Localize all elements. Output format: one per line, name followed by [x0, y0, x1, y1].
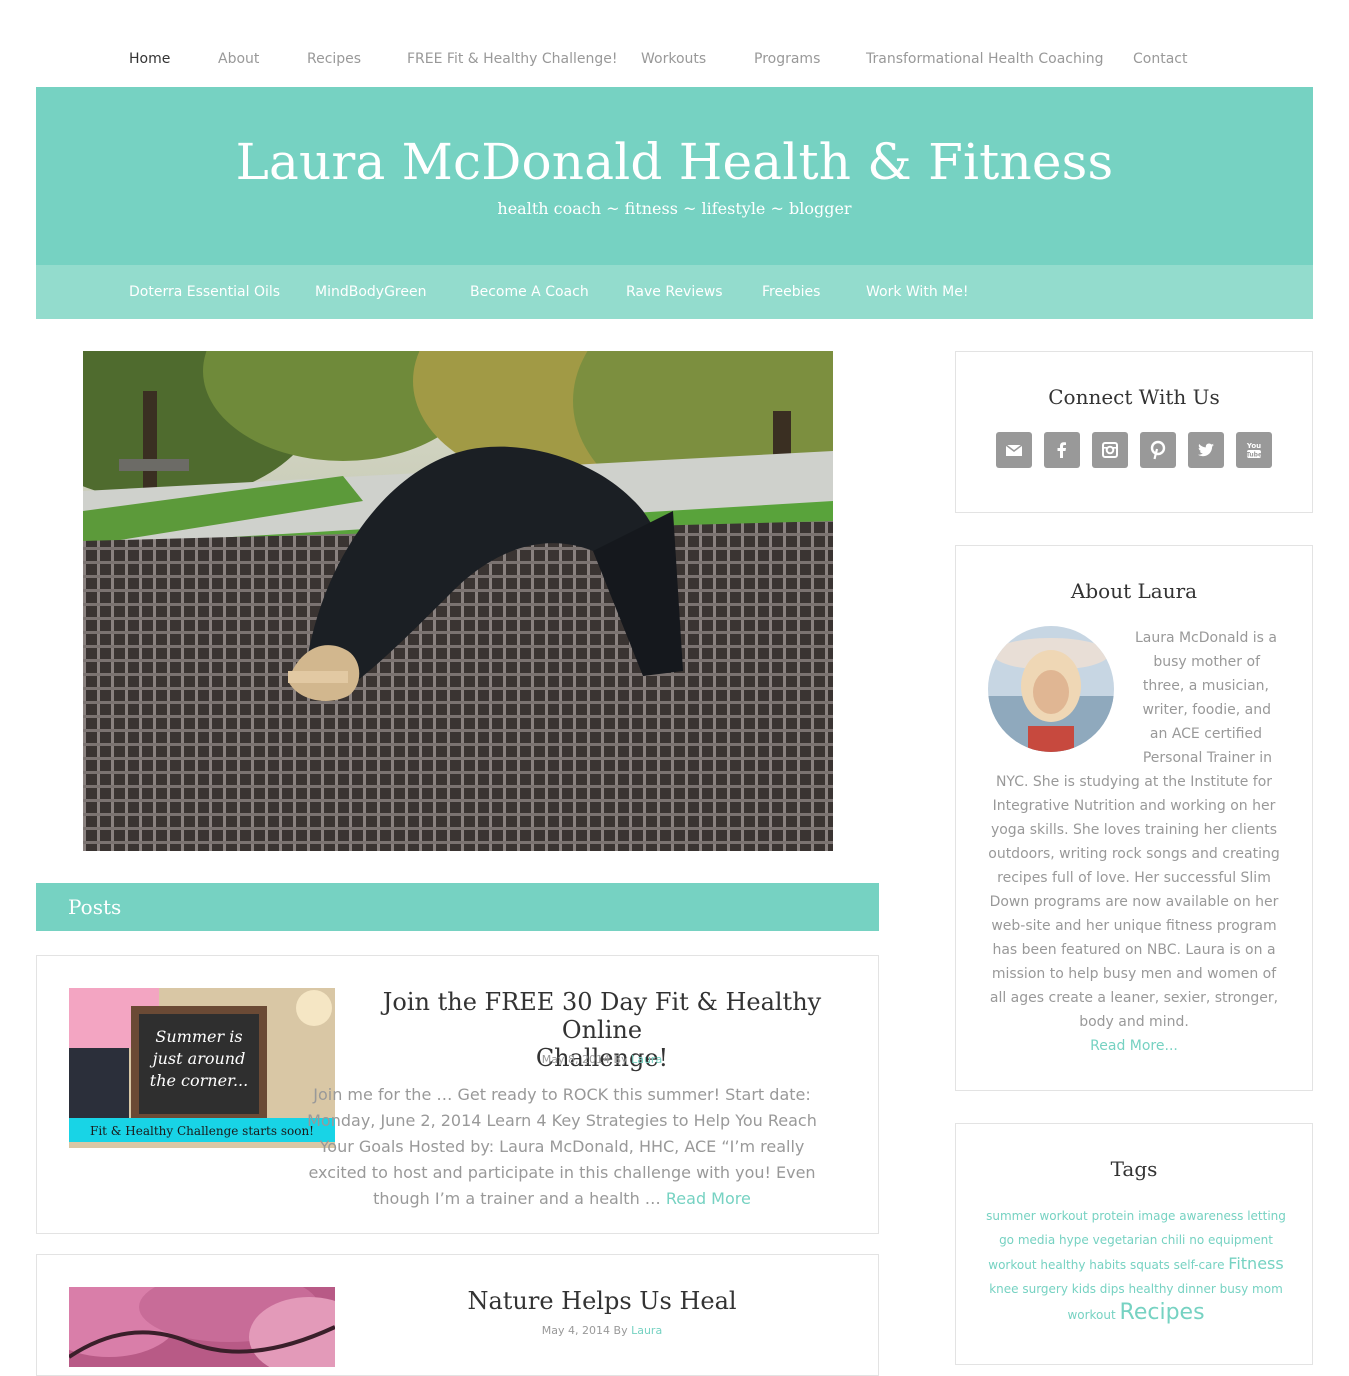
post-title-line: Nature Helps Us Heal: [467, 1287, 737, 1315]
youtube-icon[interactable]: You Tube: [1236, 432, 1272, 468]
tag-link[interactable]: dips: [1100, 1282, 1125, 1296]
post-excerpt: Join me for the … Get ready to ROCK this…: [277, 1082, 847, 1212]
tag-link[interactable]: squats: [1130, 1258, 1170, 1272]
posts-heading: Posts: [68, 895, 122, 919]
tag-link[interactable]: Recipes: [1120, 1300, 1205, 1325]
tags-widget: Tags summer workout protein image awaren…: [955, 1123, 1313, 1365]
about-text-line: all ages create a leaner, sexier, strong…: [989, 990, 1279, 1006]
tag-link[interactable]: summer workout: [986, 1209, 1088, 1223]
about-text-line: three, a musician,: [1142, 678, 1269, 694]
excerpt-line: Join me for the … Get ready to ROCK this…: [313, 1085, 811, 1104]
post-meta: May 8, 2014 By Laura: [357, 1053, 847, 1066]
tag-link[interactable]: Fitness: [1228, 1254, 1283, 1273]
nav-free-challenge[interactable]: FREE Fit & Healthy Challenge!: [407, 51, 617, 67]
thumb-chalk-line-3: the corner...: [150, 1071, 248, 1090]
read-more-link[interactable]: Read More: [666, 1189, 751, 1208]
subnav-freebies[interactable]: Freebies: [762, 284, 820, 300]
svg-text:Tube: Tube: [1246, 452, 1262, 459]
post-date: May 8, 2014: [541, 1053, 611, 1066]
post-date: May 4, 2014: [541, 1324, 611, 1337]
tag-link[interactable]: healthy dinner: [1128, 1282, 1215, 1296]
tag-link[interactable]: kids: [1072, 1282, 1096, 1296]
about-text-full: NYC. She is studying at the Institute fo…: [956, 770, 1312, 1058]
pinterest-icon[interactable]: [1140, 432, 1176, 468]
post-title-line: Join the FREE 30 Day Fit & Healthy Onlin…: [382, 988, 822, 1044]
post-author-link[interactable]: Laura: [631, 1053, 662, 1066]
facebook-icon[interactable]: [1044, 432, 1080, 468]
thumb-chalk-line-2: just around: [150, 1049, 246, 1068]
about-text-line: body and mind.: [1079, 1014, 1189, 1030]
about-text-line: outdoors, writing rock songs and creatin…: [988, 846, 1280, 862]
subnav-work-with-me[interactable]: Work With Me!: [866, 284, 968, 300]
instagram-icon[interactable]: [1092, 432, 1128, 468]
widget-title: Tags: [1110, 1157, 1158, 1181]
tag-link[interactable]: self-care: [1174, 1258, 1225, 1272]
nav-recipes[interactable]: Recipes: [307, 51, 361, 67]
about-text-line: web-site and her unique fitness program: [991, 918, 1277, 934]
about-text-line: NYC. She is studying at the Institute fo…: [995, 774, 1273, 790]
excerpt-last-text: though I’m a trainer and a health …: [373, 1189, 661, 1208]
twitter-icon[interactable]: [1188, 432, 1224, 468]
subnav-rave-reviews[interactable]: Rave Reviews: [626, 284, 723, 300]
about-text-line: Down programs are now available on her: [989, 894, 1279, 910]
post-author-link[interactable]: Laura: [631, 1324, 662, 1337]
widget-title: About Laura: [1070, 579, 1198, 603]
nav-about[interactable]: About: [218, 51, 259, 67]
post-thumbnail[interactable]: [69, 1287, 335, 1367]
about-text-line: recipes full of love. Her successful Sli…: [997, 870, 1271, 886]
post-meta: May 4, 2014 By Laura: [357, 1324, 847, 1337]
subnav-become-coach[interactable]: Become A Coach: [470, 284, 589, 300]
about-read-more-link[interactable]: Read More...: [956, 1034, 1312, 1058]
site-header: Laura McDonald Health & Fitness health c…: [36, 87, 1313, 265]
subnav-doterra[interactable]: Doterra Essential Oils: [129, 284, 280, 300]
about-text-line: busy mother of: [1153, 654, 1260, 670]
tag-link[interactable]: media hype: [1018, 1233, 1089, 1247]
post-by: By: [613, 1324, 628, 1337]
about-text-line: yoga skills. She loves training her clie…: [990, 822, 1278, 838]
excerpt-line: though I’m a trainer and a health … Read…: [277, 1186, 847, 1212]
about-text-line: Integrative Nutrition and working on her: [992, 798, 1276, 814]
nav-health-coaching[interactable]: Transformational Health Coaching: [866, 51, 1104, 67]
tag-link[interactable]: vegetarian chili: [1093, 1233, 1186, 1247]
secondary-navigation: Doterra Essential Oils MindBodyGreen Bec…: [36, 265, 1313, 319]
about-widget: About Laura Laura McDonald is a busy mot…: [955, 545, 1313, 1091]
tag-link[interactable]: image: [1138, 1209, 1175, 1223]
about-text-line: writer, foodie, and: [1142, 702, 1271, 718]
excerpt-line: excited to host and participate in this …: [308, 1163, 816, 1182]
about-text-line: an ACE certified: [1149, 726, 1262, 742]
site-title[interactable]: Laura McDonald Health & Fitness: [36, 133, 1313, 191]
subnav-mindbodygreen[interactable]: MindBodyGreen: [315, 284, 426, 300]
widget-title: Connect With Us: [1048, 385, 1220, 409]
tag-cloud: summer workout protein image awareness l…: [986, 1204, 1286, 1327]
post-card: Nature Helps Us Heal May 4, 2014 By Laur…: [36, 1254, 879, 1376]
nav-home[interactable]: Home: [129, 51, 170, 67]
about-text-line: has been featured on NBC. Laura is on a: [992, 942, 1276, 958]
hero-image: [83, 351, 833, 851]
post-by: By: [613, 1053, 628, 1066]
excerpt-line: Monday, June 2, 2014 Learn 4 Key Strateg…: [307, 1111, 817, 1130]
top-navigation: Home About Recipes FREE Fit & Healthy Ch…: [0, 0, 1349, 87]
nav-programs[interactable]: Programs: [754, 51, 820, 67]
posts-heading-bar: Posts: [36, 883, 879, 931]
nav-workouts[interactable]: Workouts: [641, 51, 706, 67]
about-text-line: Laura McDonald is a: [1134, 630, 1277, 646]
nav-contact[interactable]: Contact: [1133, 51, 1187, 67]
connect-widget: Connect With Us You Tube: [955, 351, 1313, 513]
avatar: [988, 626, 1114, 752]
tag-link[interactable]: knee surgery: [989, 1282, 1068, 1296]
excerpt-line: Your Goals Hosted by: Laura McDonald, HH…: [319, 1137, 805, 1156]
site-description: health coach ~ fitness ~ lifestyle ~ blo…: [497, 199, 852, 218]
svg-text:You: You: [1246, 442, 1261, 450]
post-card: Summer is just around the corner... Fit …: [36, 955, 879, 1234]
tag-link[interactable]: protein: [1092, 1209, 1135, 1223]
email-icon[interactable]: [996, 432, 1032, 468]
about-text-line: mission to help busy men and women of: [991, 966, 1277, 982]
post-title[interactable]: Nature Helps Us Heal: [357, 1287, 847, 1315]
thumb-chalk-line-1: Summer is: [155, 1027, 242, 1046]
tag-link[interactable]: awareness: [1179, 1209, 1243, 1223]
tag-link[interactable]: healthy habits: [1040, 1258, 1126, 1272]
about-text-line: Personal Trainer in: [1142, 750, 1272, 766]
